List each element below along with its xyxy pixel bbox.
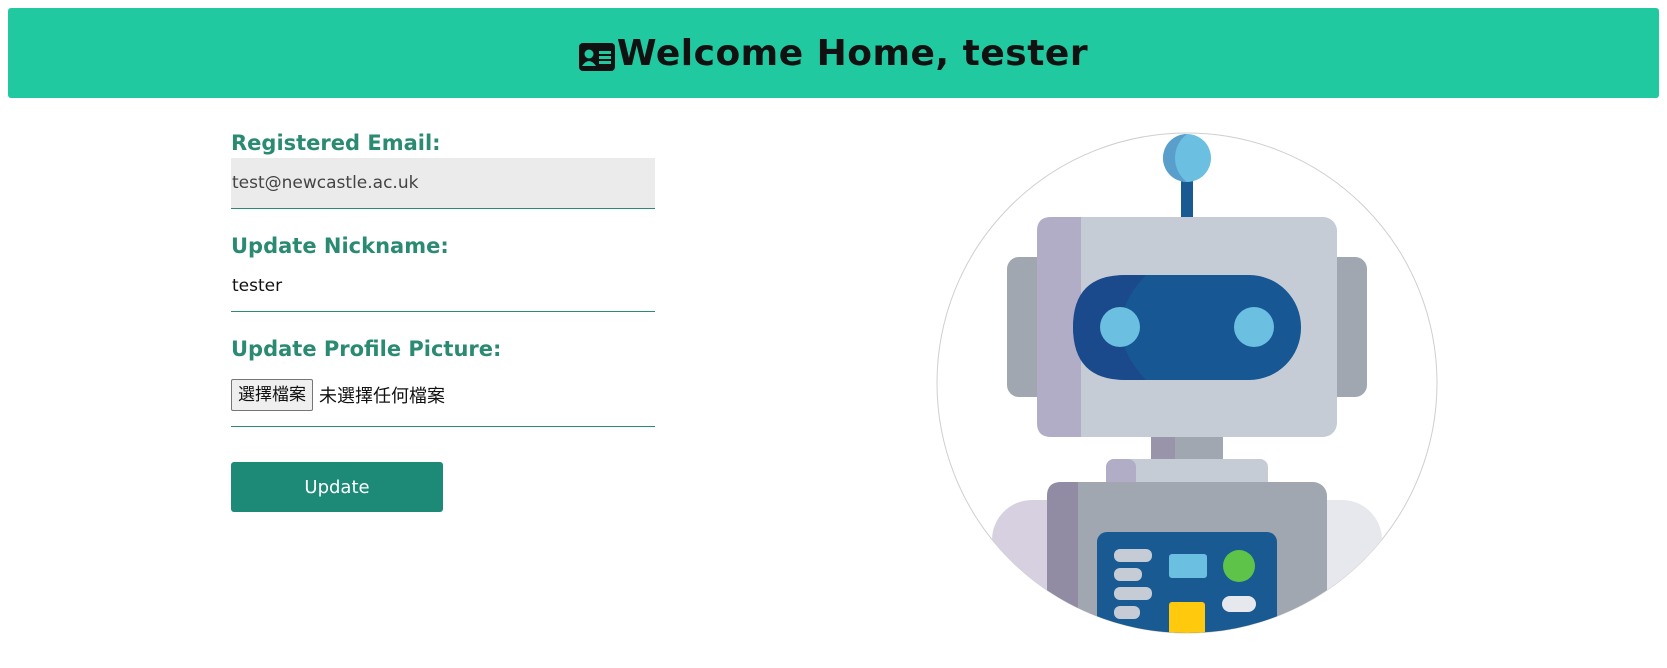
update-button[interactable]: Update	[231, 462, 443, 512]
profile-form: Registered Email: test@newcastle.ac.uk U…	[231, 128, 655, 512]
nickname-label: Update Nickname:	[231, 234, 449, 258]
choose-file-button[interactable]: 選擇檔案	[231, 379, 313, 411]
email-field: test@newcastle.ac.uk	[231, 158, 655, 209]
header-bar: Welcome Home, tester	[8, 8, 1659, 98]
robot-avatar	[936, 132, 1438, 634]
email-label: Registered Email:	[231, 131, 441, 155]
profile-picture-label: Update Profile Picture:	[231, 337, 502, 361]
page-title-text: Welcome Home, tester	[616, 32, 1089, 74]
id-card-icon	[578, 39, 615, 71]
file-status-text: 未選擇任何檔案	[319, 386, 445, 407]
email-value: test@newcastle.ac.uk	[232, 173, 419, 193]
nickname-input[interactable]	[231, 276, 655, 296]
page-title: Welcome Home, tester	[578, 32, 1089, 74]
nickname-field[interactable]	[231, 261, 655, 312]
profile-picture-field: 選擇檔案 未選擇任何檔案	[231, 364, 655, 427]
